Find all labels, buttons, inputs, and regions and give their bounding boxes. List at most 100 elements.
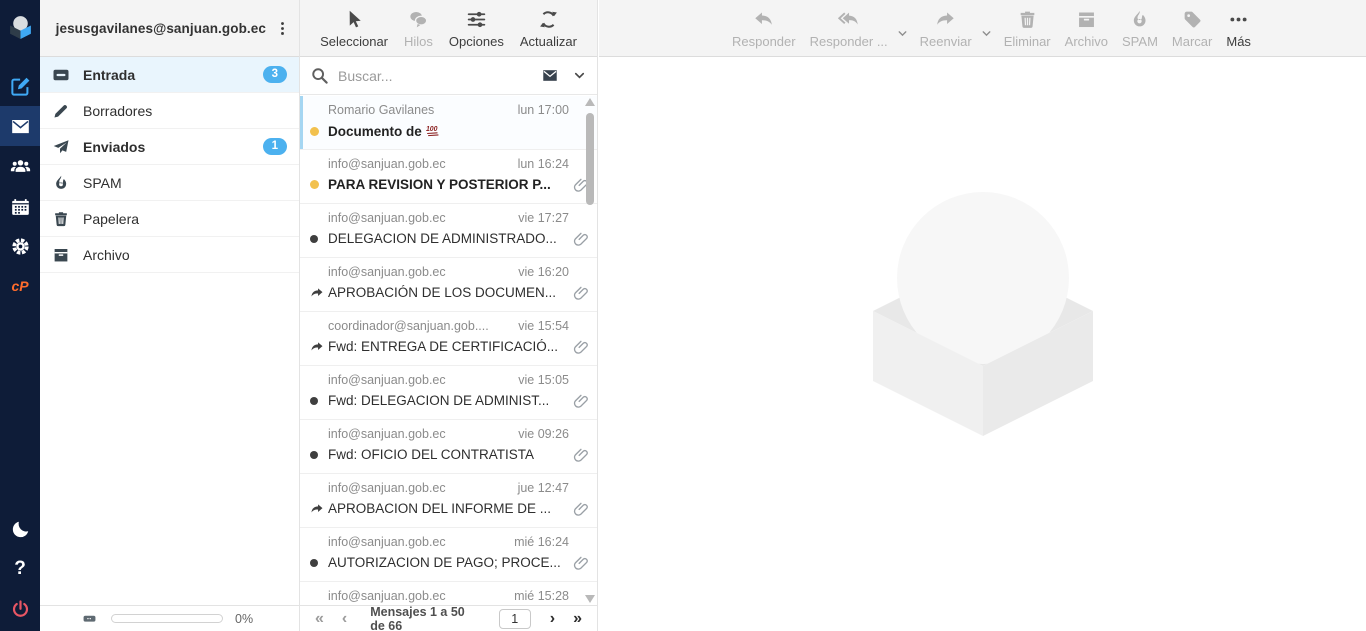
toolbar-button-eliminar[interactable]: Eliminar (998, 5, 1057, 49)
app-logo-icon[interactable] (0, 4, 40, 48)
toolbar-label: Actualizar (520, 34, 577, 49)
read-dot-icon (310, 235, 328, 243)
folder-item-archivo[interactable]: Archivo (40, 237, 299, 273)
next-page-button[interactable]: › (543, 608, 562, 630)
folder-label: Papelera (83, 211, 139, 227)
message-sender: info@sanjuan.gob.ec (328, 589, 446, 603)
message-row[interactable]: coordinador@sanjuan.gob.... vie 15:54 Fw… (300, 312, 597, 366)
compose-button[interactable] (0, 66, 40, 106)
message-date: mié 16:24 (514, 535, 569, 549)
message-subject: Fwd: ENTREGA DE CERTIFICACIÓ... (328, 339, 569, 354)
sidebar-item-calendar[interactable] (0, 186, 40, 226)
message-row[interactable]: info@sanjuan.gob.ec vie 09:26 Fwd: OFICI… (300, 420, 597, 474)
sidebar-item-settings[interactable] (0, 226, 40, 266)
toolbar-button-actualizar[interactable]: Actualizar (514, 5, 583, 49)
toolbar-label: Marcar (1172, 34, 1212, 49)
last-page-button[interactable]: » (566, 608, 589, 630)
dots-h-icon (1228, 9, 1249, 30)
message-row[interactable]: info@sanjuan.gob.ec vie 15:05 Fwd: DELEG… (300, 366, 597, 420)
folder-label: Enviados (83, 139, 145, 155)
scroll-up-icon[interactable] (585, 98, 595, 106)
message-subject: DELEGACION DE ADMINISTRADO... (328, 231, 569, 246)
archive-icon (1076, 9, 1097, 30)
scroll-down-icon[interactable] (585, 595, 595, 603)
pagination-bar: « ‹ Mensajes 1 a 50 de 66 › » (300, 605, 597, 631)
message-date: vie 09:26 (518, 427, 569, 441)
message-row[interactable]: info@sanjuan.gob.ec vie 16:20 APROBACIÓN… (300, 258, 597, 312)
chevron-down-icon[interactable] (572, 68, 587, 83)
account-header: jesusgavilanes@sanjuan.gob.ec (40, 0, 299, 57)
forward-icon (935, 9, 956, 30)
toolbar-button-hilos[interactable]: Hilos (398, 5, 439, 49)
toolbar-button-opciones[interactable]: Opciones (443, 5, 510, 49)
toolbar-label: Opciones (449, 34, 504, 49)
message-row[interactable]: info@sanjuan.gob.ec jue 12:47 APROBACION… (300, 474, 597, 528)
pagination-label: Mensajes 1 a 50 de 66 (370, 605, 475, 631)
message-row[interactable]: Romario Gavilanes lun 17:00 Documento de (300, 96, 597, 150)
reply-icon (753, 9, 774, 30)
folder-item-spam[interactable]: SPAM (40, 165, 299, 201)
search-scope-icon[interactable] (539, 67, 561, 84)
chevron-down-icon[interactable] (896, 27, 912, 43)
message-list: Romario Gavilanes lun 17:00 Documento de… (300, 96, 597, 605)
sidebar-bottom-group: ? (0, 509, 40, 631)
toolbar-button-marcar[interactable]: Marcar (1166, 5, 1218, 49)
toolbar-button-spam[interactable]: SPAM (1116, 5, 1164, 49)
message-date: vie 15:54 (518, 319, 569, 333)
folder-item-enviados[interactable]: Enviados 1 (40, 129, 299, 165)
message-list-column: Seleccionar Hilos Opciones Actualizar Ro… (300, 0, 598, 631)
message-row[interactable]: info@sanjuan.gob.ec mié 16:24 AUTORIZACI… (300, 528, 597, 582)
toolbar-label: Hilos (404, 34, 433, 49)
toolbar-button-más[interactable]: Más (1220, 5, 1257, 49)
message-date: lun 16:24 (518, 157, 569, 171)
kebab-menu-icon (274, 20, 291, 37)
paperplane-icon (52, 138, 70, 156)
chevron-down-icon[interactable] (980, 27, 996, 43)
message-subject: APROBACIÓN DE LOS DOCUMEN... (328, 285, 569, 300)
first-page-button[interactable]: « (308, 608, 331, 630)
toolbar-label: Archivo (1065, 34, 1108, 49)
message-row[interactable]: info@sanjuan.gob.ec vie 17:27 DELEGACION… (300, 204, 597, 258)
contacts-icon (10, 156, 31, 177)
dark-mode-toggle[interactable] (0, 509, 40, 549)
hundred-points-icon (425, 123, 440, 138)
scrollbar-thumb[interactable] (586, 113, 594, 205)
message-subject: APROBACION DEL INFORME DE ... (328, 501, 569, 516)
message-row[interactable]: info@sanjuan.gob.ec lun 16:24 PARA REVIS… (300, 150, 597, 204)
logout-button[interactable] (0, 589, 40, 629)
pointer-icon (344, 9, 365, 30)
folder-item-borradores[interactable]: Borradores (40, 93, 299, 129)
message-row[interactable]: info@sanjuan.gob.ec mié 15:28 (300, 582, 597, 605)
prev-page-button[interactable]: ‹ (335, 608, 354, 630)
list-scrollbar[interactable] (584, 96, 596, 605)
roundcube-watermark-icon (865, 186, 1101, 436)
webmail-app: cP ? jesusgavilanes@sanjuan.gob.ec Entra… (0, 0, 1366, 631)
toolbar-label: Seleccionar (320, 34, 388, 49)
account-menu-button[interactable] (273, 19, 291, 37)
sidebar-item-contacts[interactable] (0, 146, 40, 186)
message-subject: Documento de (328, 123, 569, 139)
page-number-input[interactable] (499, 609, 531, 629)
sidebar-item-mail[interactable] (0, 106, 40, 146)
help-button[interactable]: ? (0, 549, 40, 589)
search-input[interactable] (338, 68, 530, 84)
folder-badge: 1 (263, 138, 287, 155)
toolbar-button-reenviar[interactable]: Reenviar (914, 5, 978, 49)
cpanel-icon: cP (11, 278, 28, 294)
toolbar-button-seleccionar[interactable]: Seleccionar (314, 5, 394, 49)
message-subject: AUTORIZACION DE PAGO; PROCE... (328, 555, 569, 570)
toolbar-label: Eliminar (1004, 34, 1051, 49)
moon-icon (10, 519, 31, 540)
toolbar-button-responder[interactable]: Responder ... (804, 5, 894, 49)
folder-item-papelera[interactable]: Papelera (40, 201, 299, 237)
trash-icon (52, 210, 70, 228)
toolbar-label: SPAM (1122, 34, 1158, 49)
message-sender: coordinador@sanjuan.gob.... (328, 319, 489, 333)
toolbar-label: Responder (732, 34, 796, 49)
quota-bar: 0% (40, 605, 299, 631)
toolbar-button-archivo[interactable]: Archivo (1059, 5, 1114, 49)
folder-item-entrada[interactable]: Entrada 3 (40, 57, 299, 93)
sidebar-item-cpanel[interactable]: cP (0, 266, 40, 306)
storage-icon (80, 611, 99, 626)
toolbar-button-responder[interactable]: Responder (726, 5, 802, 49)
